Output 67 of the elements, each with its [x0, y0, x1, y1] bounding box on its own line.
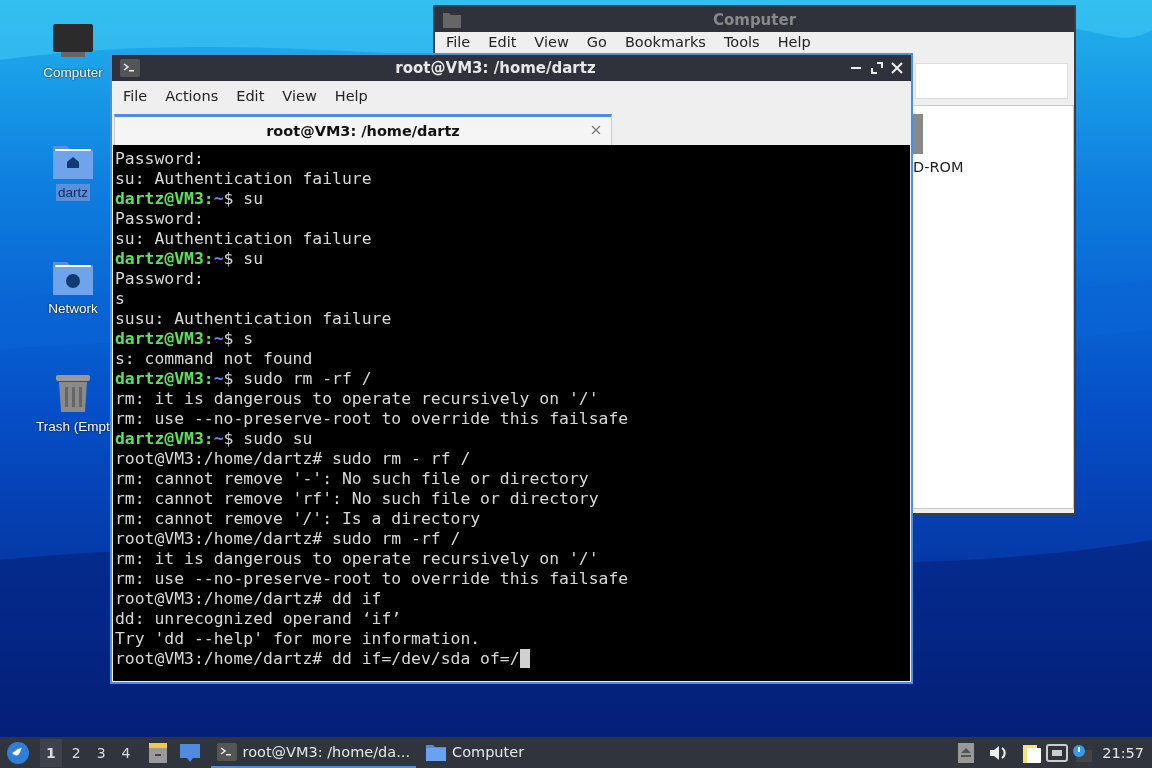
- terminal-line: dartz@VM3:~$ su: [115, 189, 265, 209]
- trash-icon: [54, 372, 92, 414]
- terminal-line: su: Authentication failure: [115, 229, 372, 249]
- terminal-line: dartz@VM3:~$ sudo su: [115, 429, 314, 449]
- terminal-line: dd: unrecognized operand ‘if’: [115, 609, 402, 629]
- workspace-button[interactable]: 3: [90, 738, 112, 767]
- menu-item[interactable]: Actions: [156, 83, 228, 110]
- drive-label[interactable]: D-ROM: [913, 159, 964, 175]
- window-title: root@VM3: /home/dartz: [394, 59, 597, 77]
- terminal-line: rm: it is dangerous to operate recursively on '/': [115, 549, 599, 569]
- menu-item[interactable]: File: [437, 33, 480, 52]
- terminal-line: Password:: [115, 209, 204, 229]
- menu-item[interactable]: Help: [768, 33, 820, 52]
- desktop-icon-label[interactable]: Trash (Empt: [34, 418, 112, 435]
- window-title: Computer: [711, 10, 798, 29]
- tab-label: root@VM3: /home/dartz: [266, 123, 460, 139]
- menu-item[interactable]: Edit: [227, 83, 274, 110]
- terminal-line: rm: use --no-preserve-root to override this failsafe: [115, 569, 629, 589]
- terminal-output[interactable]: [113, 145, 910, 681]
- speaker-icon[interactable]: [988, 743, 1009, 762]
- terminal-line: su: Authentication failure: [115, 169, 372, 189]
- menu-item[interactable]: Go: [577, 33, 616, 52]
- menu-item[interactable]: Help: [325, 83, 377, 110]
- terminal-tab[interactable]: root@VM3: /home/dartz: [114, 114, 612, 145]
- terminal-line: root@VM3:/home/dartz# sudo rm - rf /: [115, 449, 471, 469]
- menu-item[interactable]: File: [114, 83, 157, 110]
- terminal-line: susu: Authentication failure: [115, 309, 392, 329]
- terminal-line: s: command not found: [115, 349, 313, 369]
- workspace-button[interactable]: 1: [40, 738, 62, 767]
- terminal-line: rm: cannot remove '/': Is a directory: [115, 509, 481, 529]
- taskbar-task[interactable]: Computer: [420, 737, 531, 768]
- network-icon[interactable]: [1046, 743, 1069, 762]
- notification-icon[interactable]: [1072, 743, 1093, 762]
- terminal-line: dartz@VM3:~$ sudo rm -rf /: [115, 369, 373, 389]
- menu-item[interactable]: Edit: [479, 33, 526, 52]
- terminal-icon: [216, 742, 237, 761]
- file-cabinet-icon[interactable]: [146, 741, 169, 764]
- bird-logo-icon[interactable]: [6, 740, 30, 765]
- desktop-icon-label[interactable]: Network: [46, 300, 100, 317]
- terminal-line: root@VM3:/home/dartz# sudo rm -rf /: [115, 529, 461, 549]
- maximize-icon[interactable]: [871, 62, 883, 74]
- desktop-icon-label[interactable]: dartz: [56, 184, 90, 201]
- terminal-line: rm: cannot remove 'rf': No such file or directory: [115, 489, 599, 509]
- workspace-button[interactable]: 4: [115, 738, 137, 767]
- terminal-line: dartz@VM3:~$ s: [115, 329, 255, 349]
- terminal-line: Password:: [115, 149, 204, 169]
- workspace-button[interactable]: 2: [65, 738, 87, 767]
- terminal-line: root@VM3:/home/dartz# dd if: [115, 589, 382, 609]
- terminal-line: rm: cannot remove '-': No such file or directory: [115, 469, 589, 489]
- terminal-line: s: [115, 289, 125, 309]
- monitor-icon: [51, 22, 95, 60]
- taskbar-task[interactable]: root@VM3: /home/da...: [210, 737, 417, 768]
- folder-icon: [426, 742, 447, 761]
- terminal-line: Try 'dd --help' for more information.: [115, 629, 481, 649]
- terminal-line: dartz@VM3:~$ su: [115, 249, 265, 269]
- terminal-icon: [120, 59, 140, 77]
- clock: 21:57: [1102, 744, 1144, 761]
- menu-item[interactable]: Tools: [714, 33, 769, 52]
- eject-icon[interactable]: [958, 742, 975, 763]
- menu-item[interactable]: View: [273, 83, 326, 110]
- menu-item[interactable]: View: [525, 33, 578, 52]
- menu-item[interactable]: Bookmarks: [615, 33, 715, 52]
- terminal-line: Password:: [115, 269, 204, 289]
- folder-icon: [443, 11, 461, 28]
- terminal-line: root@VM3:/home/dartz# dd if=/dev/sda of=/: [115, 649, 520, 669]
- terminal-line: rm: it is dangerous to operate recursively on '/': [115, 389, 599, 409]
- terminal-line: rm: use --no-preserve-root to override this failsafe: [115, 409, 629, 429]
